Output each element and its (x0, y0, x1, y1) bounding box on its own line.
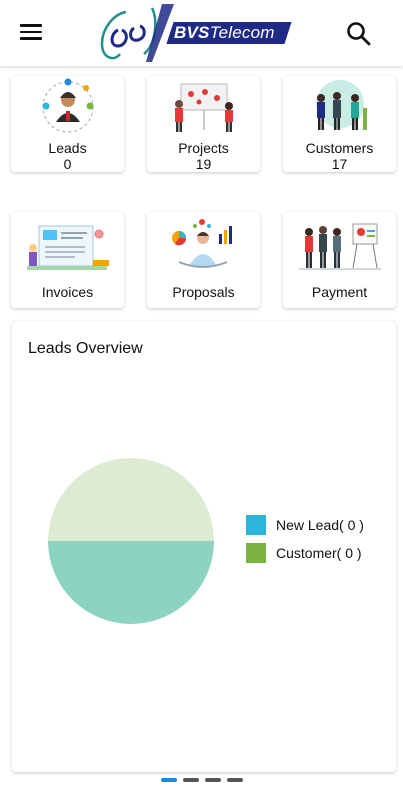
tile-count: 19 (195, 156, 212, 172)
tile-proposals[interactable]: Proposals (147, 212, 260, 308)
leads-overview-card: Leads Overview New Lead( 0 ) Customer( 0… (12, 322, 396, 772)
brand-wordmark: BVSTelecom (174, 23, 275, 42)
tile-customers[interactable]: Customers 17 (283, 76, 396, 172)
page-dot[interactable] (204, 778, 221, 782)
logo-swoosh-icon (100, 4, 174, 62)
hamburger-menu-icon[interactable] (18, 20, 46, 46)
projects-illustration-icon (174, 83, 233, 132)
leads-overview-title: Leads Overview (28, 340, 143, 357)
tile-count: 17 (331, 156, 348, 172)
tile-projects[interactable]: Projects 19 (147, 76, 260, 172)
tile-count: 0 (63, 156, 72, 172)
legend-label-new-lead: New Lead( 0 ) (276, 517, 364, 533)
page-indicator (0, 778, 403, 784)
legend-swatch-new-lead (246, 515, 266, 535)
pie-slice-new-lead (48, 458, 214, 541)
tile-invoices[interactable]: Invoices (11, 212, 124, 308)
tile-label: Proposals (172, 284, 235, 300)
tile-label: Invoices (41, 284, 94, 300)
legend-label-customer: Customer( 0 ) (276, 545, 362, 561)
brand-logo: BVSTelecom (96, 4, 296, 64)
leads-pie-chart (48, 458, 214, 624)
page-dot[interactable] (160, 778, 177, 782)
tile-label: Projects (178, 140, 229, 156)
leads-illustration-icon (42, 78, 93, 133)
top-app-bar: BVSTelecom (0, 0, 403, 66)
tile-label: Payment (311, 284, 368, 300)
customers-illustration-icon (315, 80, 367, 130)
legend-swatch-customer (246, 543, 266, 563)
page-dot[interactable] (226, 778, 243, 782)
tile-label: Customers (305, 140, 374, 156)
invoices-illustration-icon (26, 225, 109, 270)
tile-payment[interactable]: Payment (283, 212, 396, 308)
tile-leads[interactable]: Leads 0 (11, 76, 124, 172)
proposals-illustration-icon (171, 219, 232, 268)
tile-label: Leads (48, 140, 87, 156)
payment-illustration-icon (298, 223, 381, 270)
page-dot[interactable] (182, 778, 199, 782)
pie-slice-customer (48, 541, 214, 624)
search-icon[interactable] (343, 18, 375, 50)
